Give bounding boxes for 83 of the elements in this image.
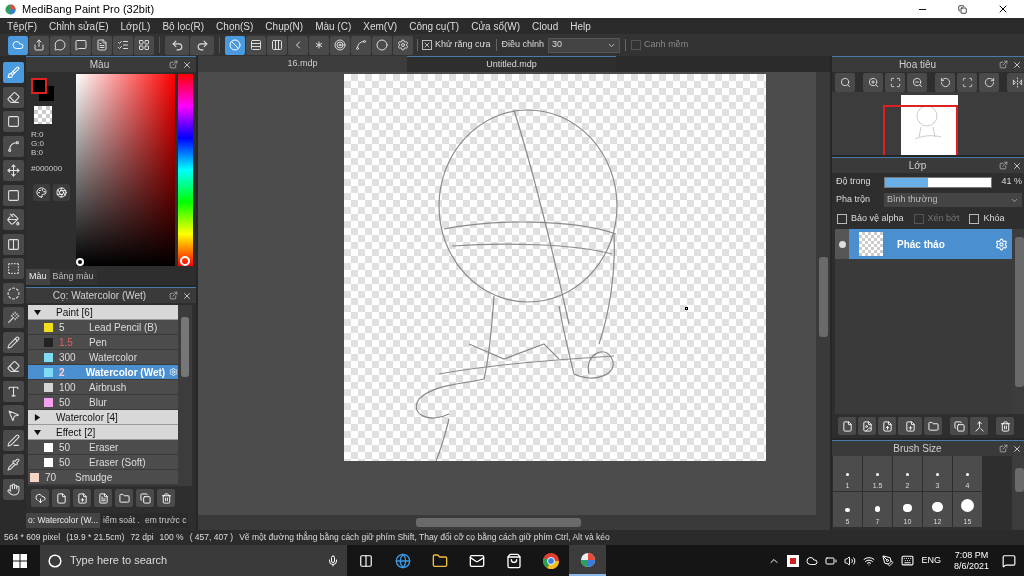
menu-item[interactable]: Chọn(S) bbox=[216, 18, 254, 34]
blend-dropdown[interactable]: Bình thường bbox=[884, 193, 1022, 207]
status-text: (19.9 * 21.5cm) bbox=[66, 531, 125, 544]
menu-item[interactable]: Chụp(N) bbox=[265, 18, 304, 34]
brush-size: 1.5 bbox=[58, 335, 74, 350]
clock-time[interactable]: 7:08 PM bbox=[954, 549, 989, 561]
hex-value: #000000 bbox=[31, 163, 64, 175]
brush-group[interactable]: Effect [2] bbox=[28, 425, 178, 440]
menu-item[interactable]: Cửa sổ(W) bbox=[471, 18, 521, 34]
search-field[interactable]: Type here to search bbox=[70, 552, 319, 569]
brush-item[interactable]: 100 Airbrush bbox=[28, 380, 178, 395]
antialias-checkbox[interactable]: Khử răng cưa bbox=[422, 38, 491, 52]
brush-size: 50 bbox=[58, 440, 72, 455]
brush-item[interactable]: 300 Watercolor bbox=[28, 350, 178, 365]
rgb-value: G:0 bbox=[31, 139, 45, 148]
brush-name: Blur bbox=[89, 395, 107, 410]
brush-size: 70 bbox=[44, 470, 58, 485]
menu-item[interactable]: Công cụ(T) bbox=[409, 18, 460, 34]
brush-name: Lead Pencil (B) bbox=[89, 320, 158, 335]
brush-name: Airbrush bbox=[89, 380, 127, 395]
layer-name: Phác thảo bbox=[897, 237, 946, 252]
opacity-value: 41 % bbox=[1001, 175, 1022, 189]
brush-name: Eraser (Soft) bbox=[89, 455, 146, 470]
document-tab[interactable]: 16.mdp bbox=[198, 56, 407, 72]
menu-item[interactable]: Help bbox=[570, 18, 591, 34]
status-text: 564 * 609 pixel bbox=[4, 531, 61, 544]
brush-name: Watercolor bbox=[89, 350, 137, 365]
document-tab[interactable]: Untitled.mdp bbox=[407, 56, 616, 72]
correction-dropdown[interactable]: 30 bbox=[548, 37, 621, 53]
smooth-checkbox[interactable]: Canh mềm bbox=[631, 38, 689, 52]
brush-name: Smudge bbox=[75, 470, 113, 485]
menu-item[interactable]: Cloud bbox=[532, 18, 559, 34]
brush-size: 100 bbox=[58, 380, 77, 395]
language-indicator[interactable]: ENG bbox=[921, 553, 941, 568]
group-label: Paint [6] bbox=[56, 305, 93, 320]
panel-title: Lớp bbox=[907, 159, 928, 173]
menu-item[interactable]: Màu (C) bbox=[315, 18, 352, 34]
brush-item[interactable]: 70 Smudge bbox=[28, 470, 178, 485]
brush-item[interactable]: 50 Blur bbox=[28, 395, 178, 410]
brush-size: 2 bbox=[58, 365, 66, 380]
brush-group[interactable]: Paint [6] bbox=[28, 305, 178, 320]
menu-item[interactable]: Chỉnh sửa(E) bbox=[49, 18, 109, 34]
panel-title: Màu bbox=[88, 58, 111, 72]
brush-item[interactable]: 50 Eraser bbox=[28, 440, 178, 455]
status-text: Vẽ một đường thẳng bằng cách giữ phím Shift, Thay đổi cỡ cọ bằng cách giữ phím Ctrl, Alt và kéo bbox=[239, 531, 610, 544]
correction-label: Điều chỉnh bbox=[501, 38, 545, 52]
panel-tab[interactable]: Màu bbox=[26, 269, 50, 285]
menu-item[interactable]: Xem(V) bbox=[363, 18, 398, 34]
panel-title: Hoa tiêu bbox=[897, 58, 938, 72]
opacity-label: Độ trong bbox=[836, 175, 872, 189]
layer-option-checkbox[interactable]: Khóa bbox=[969, 212, 1005, 226]
group-label: Effect [2] bbox=[56, 425, 96, 440]
brush-item[interactable]: 50 Eraser (Soft) bbox=[28, 455, 178, 470]
window-title: MediBang Paint Pro (32bit) bbox=[22, 1, 156, 17]
brush-item[interactable]: 1.5 Pen bbox=[28, 335, 178, 350]
menu-item[interactable]: Tệp(F) bbox=[7, 18, 37, 34]
brush-group[interactable]: Watercolor [4] bbox=[28, 410, 178, 425]
status-text: 100 % bbox=[159, 531, 184, 544]
brush-size: 300 bbox=[58, 350, 77, 365]
blend-label: Pha trộn bbox=[836, 193, 872, 207]
brush-name: Pen bbox=[89, 335, 107, 350]
group-label: Watercolor [4] bbox=[56, 410, 118, 425]
brush-name: Watercolor (Wet) bbox=[85, 365, 166, 380]
panel-tab[interactable]: Bảng màu bbox=[49, 269, 97, 285]
panel-title: Brush Size bbox=[892, 442, 943, 456]
status-text: 72 dpi bbox=[130, 531, 154, 544]
brush-size: 50 bbox=[58, 395, 72, 410]
panel-tab[interactable]: em trước c bbox=[142, 513, 189, 528]
brush-item[interactable]: 5 Lead Pencil (B) bbox=[28, 320, 178, 335]
panel-tab[interactable]: o: Watercolor (W... bbox=[26, 513, 101, 528]
status-text: ( 457, 407 ) bbox=[189, 531, 234, 544]
brush-size: 50 bbox=[58, 455, 72, 470]
search-bar[interactable]: Type here to search bbox=[40, 545, 347, 576]
panel-tab[interactable]: iếm soát . bbox=[101, 513, 142, 528]
panel-title: Cọ: Watercolor (Wet) bbox=[51, 289, 148, 303]
rgb-value: B:0 bbox=[31, 148, 44, 157]
menu-item[interactable]: Lớp(L) bbox=[120, 18, 151, 34]
brush-size: 5 bbox=[58, 320, 66, 335]
rgb-value: R:0 bbox=[31, 130, 45, 139]
layer-option-checkbox[interactable]: Bảo vệ alpha bbox=[837, 212, 904, 226]
brush-name: Eraser bbox=[89, 440, 119, 455]
clock-date[interactable]: 8/6/2021 bbox=[953, 560, 989, 572]
menu-item[interactable]: Bộ lọc(R) bbox=[162, 18, 205, 34]
